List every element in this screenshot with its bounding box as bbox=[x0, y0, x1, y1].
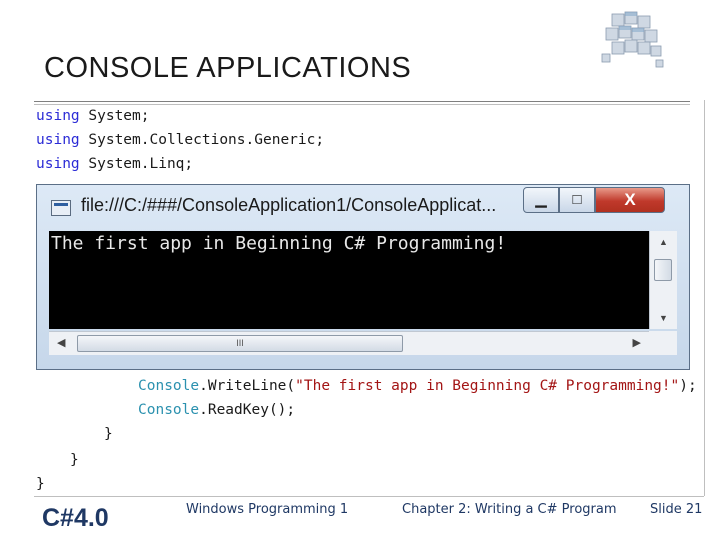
console-output-text: The first app in Beginning C# Programmin… bbox=[51, 233, 507, 254]
footer-divider bbox=[34, 496, 704, 497]
vertical-scrollbar[interactable]: ▲ ▼ bbox=[649, 231, 677, 329]
scroll-left-arrow-icon[interactable]: ◀ bbox=[57, 336, 65, 349]
console-window[interactable]: file:///C:/###/ConsoleApplication1/Conso… bbox=[36, 184, 690, 370]
close-button[interactable]: X bbox=[595, 187, 665, 213]
vertical-scroll-thumb[interactable] bbox=[654, 259, 672, 281]
footer-chapter: Chapter 2: Writing a C# Program bbox=[402, 502, 617, 517]
code-text: System; bbox=[79, 108, 150, 124]
maximize-button[interactable]: □ bbox=[559, 187, 595, 213]
code-string: "The first app in Beginning C# Programmi… bbox=[295, 378, 680, 394]
window-title: file:///C:/###/ConsoleApplication1/Conso… bbox=[81, 195, 497, 215]
minimize-button[interactable]: ▁ bbox=[523, 187, 559, 213]
horizontal-scrollbar[interactable]: ◀ III ▶ bbox=[49, 331, 649, 355]
code-keyword: using bbox=[36, 108, 80, 124]
footer-brand: C#4.0 bbox=[42, 504, 109, 532]
cube-stack-icon bbox=[601, 11, 664, 68]
code-keyword: using bbox=[36, 156, 80, 172]
code-text: ); bbox=[679, 378, 697, 394]
code-type: Console bbox=[138, 402, 200, 418]
resize-grip[interactable] bbox=[649, 331, 677, 355]
console-window-icon bbox=[51, 200, 71, 216]
code-text: System.Linq; bbox=[79, 156, 194, 172]
footer-slide-number: Slide 21 bbox=[650, 502, 703, 517]
scroll-right-arrow-icon[interactable]: ▶ bbox=[633, 336, 641, 349]
code-brace: } bbox=[36, 476, 45, 492]
window-titlebar[interactable]: file:///C:/###/ConsoleApplication1/Conso… bbox=[37, 185, 689, 229]
code-brace: } bbox=[104, 426, 113, 442]
code-text: .WriteLine( bbox=[199, 378, 296, 394]
code-keyword: using bbox=[36, 132, 80, 148]
content-right-border bbox=[704, 100, 705, 496]
scroll-up-arrow-icon[interactable]: ▲ bbox=[650, 237, 677, 247]
scroll-down-arrow-icon[interactable]: ▼ bbox=[650, 313, 677, 323]
code-text: .ReadKey(); bbox=[199, 402, 296, 418]
console-output-area[interactable]: The first app in Beginning C# Programmin… bbox=[49, 231, 649, 329]
code-brace: } bbox=[70, 452, 79, 468]
code-block-top: using System; using System.Collections.G… bbox=[36, 104, 324, 176]
horizontal-scroll-thumb[interactable]: III bbox=[77, 335, 403, 352]
code-text: System.Collections.Generic; bbox=[79, 132, 325, 148]
code-line-writeline: Console.WriteLine("The first app in Begi… bbox=[138, 374, 697, 398]
title-divider bbox=[34, 101, 690, 102]
code-type: Console bbox=[138, 378, 200, 394]
footer-course: Windows Programming 1 bbox=[186, 502, 349, 517]
code-line-readkey: Console.ReadKey(); bbox=[138, 398, 295, 422]
slide-title: CONSOLE APPLICATIONS bbox=[44, 52, 412, 84]
